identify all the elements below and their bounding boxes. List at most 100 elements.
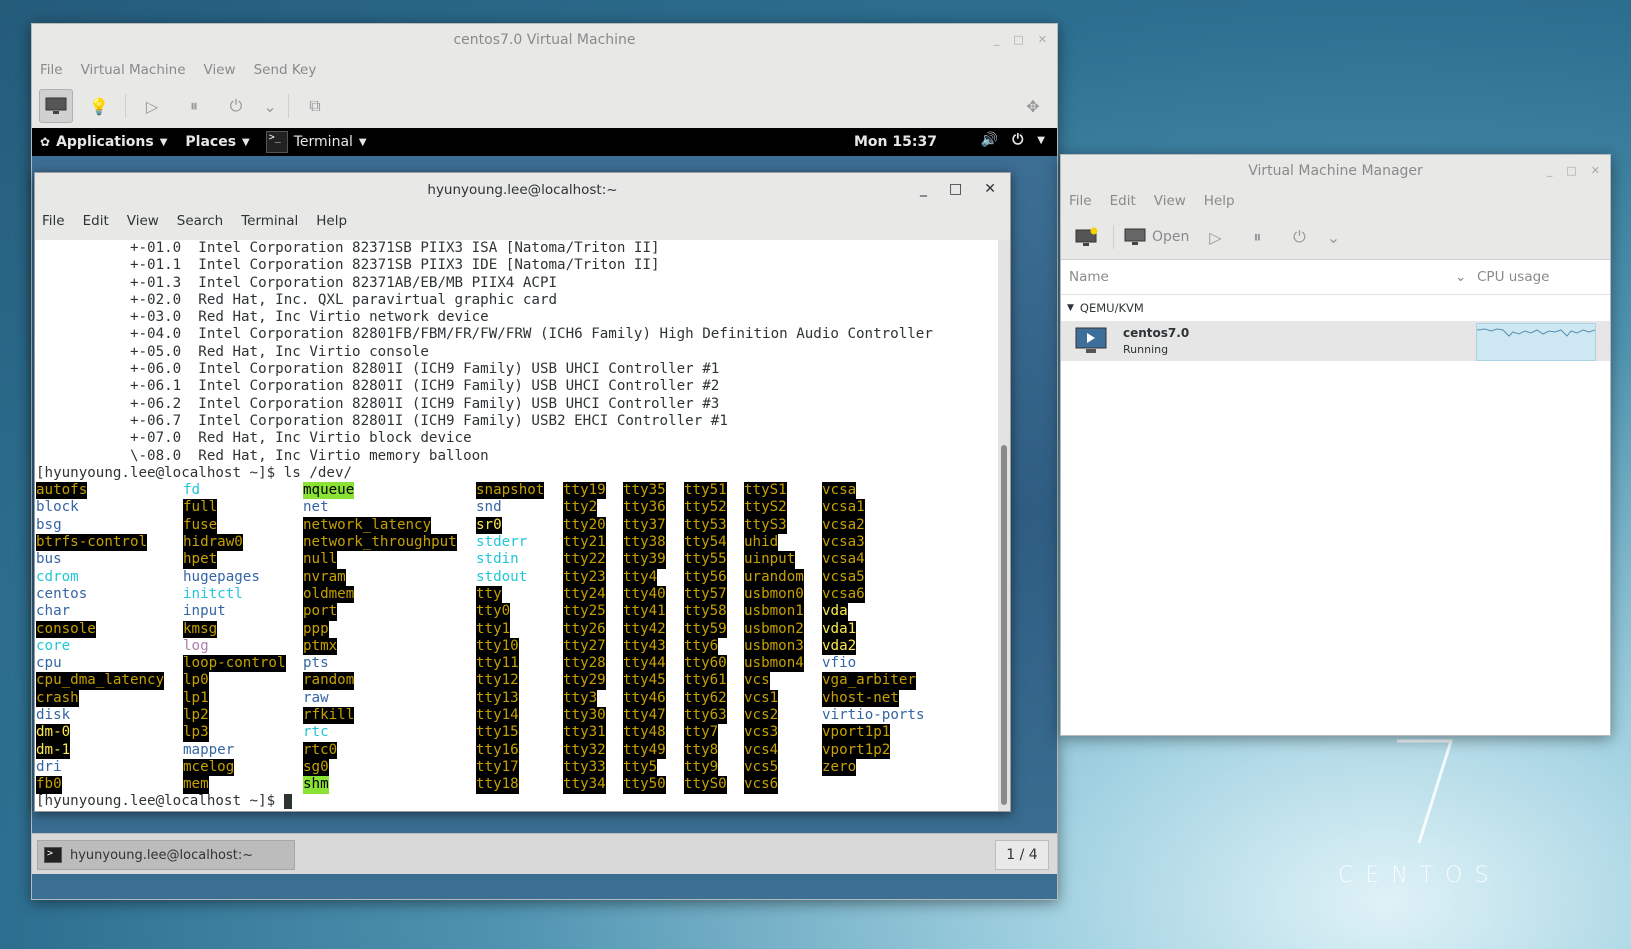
clock[interactable]: Mon 15:37 <box>854 134 937 150</box>
vmm-menu-view[interactable]: View <box>1154 193 1186 209</box>
terminal-scrollbar[interactable] <box>998 240 1010 811</box>
ls-entry: ttyS2 <box>744 499 787 517</box>
terminal-line: +-01.1 Intel Corporation 82371SB PIIX3 I… <box>36 257 660 274</box>
vmm-title: Virtual Machine Manager <box>1248 163 1423 179</box>
workspace-pager[interactable]: 1 / 4 <box>995 840 1049 870</box>
terminal-titlebar[interactable]: hyunyoung.lee@localhost:~ _ □ ✕ <box>35 173 1010 207</box>
monitor-icon <box>45 97 67 114</box>
ls-entry: kmsg <box>183 620 218 638</box>
ls-entry: full <box>183 499 218 517</box>
ls-entry: tty41 <box>623 603 666 621</box>
ls-entry: shm <box>303 776 329 794</box>
ls-entry: tty6 <box>684 637 719 656</box>
connection-group-row[interactable]: ▼ QEMU/KVM <box>1061 295 1610 321</box>
new-vm-button[interactable] <box>1071 221 1103 253</box>
ls-entry: vcsa1 <box>822 499 865 517</box>
terminal-menu-file[interactable]: File <box>42 213 65 229</box>
ls-entry: tty48 <box>623 724 666 742</box>
column-cpu-usage[interactable]: CPU usage <box>1477 269 1549 285</box>
guest-display[interactable]: ✿ Applications ▼ Places ▼ >_ Terminal ▼ … <box>32 128 1057 899</box>
minimize-icon[interactable]: _ <box>920 181 927 197</box>
ls-entry: ttyS3 <box>744 516 787 535</box>
ls-entry: uinput <box>744 551 796 569</box>
shutdown-menu-button[interactable]: ⌄ <box>1325 221 1341 253</box>
terminal-menu-edit[interactable]: Edit <box>83 213 109 229</box>
open-button[interactable]: Open <box>1124 228 1189 246</box>
fullscreen-button[interactable]: ✥ <box>1017 90 1049 122</box>
terminal-menu-help[interactable]: Help <box>316 213 347 229</box>
ls-entry: vcs6 <box>744 776 779 794</box>
vm-status: Running <box>1123 343 1169 356</box>
show-details-button[interactable]: 💡 <box>83 90 115 122</box>
terminal-menu-search[interactable]: Search <box>177 213 223 229</box>
vm-viewer-titlebar[interactable]: centos7.0 Virtual Machine _ □ ✕ <box>32 24 1057 56</box>
close-icon[interactable]: ✕ <box>1038 33 1047 46</box>
close-icon[interactable]: ✕ <box>1591 164 1600 177</box>
vmm-titlebar[interactable]: Virtual Machine Manager _ □ ✕ <box>1061 155 1610 187</box>
ls-entry: tty52 <box>684 499 727 517</box>
menu-send-key[interactable]: Send Key <box>254 62 317 78</box>
ls-entry: tty19 <box>563 482 606 500</box>
minimize-icon[interactable]: _ <box>994 33 1000 46</box>
ls-entry: oldmem <box>303 585 355 604</box>
ls-entry: cpu <box>36 655 62 672</box>
ls-entry: tty1 <box>476 620 511 638</box>
expander-icon[interactable]: ▼ <box>1067 303 1074 313</box>
ls-entry: tty57 <box>684 585 727 604</box>
applications-menu[interactable]: ✿ Applications ▼ <box>40 134 167 150</box>
maximize-icon[interactable]: □ <box>949 181 962 197</box>
places-label: Places <box>185 134 237 150</box>
vmm-menubar: File Edit View Help <box>1061 187 1610 215</box>
screenshot-button[interactable]: ⧉ <box>299 90 331 122</box>
ls-entry: tty47 <box>623 707 666 725</box>
taskbar-terminal-item[interactable]: > hyunyoung.lee@localhost:~ <box>37 840 295 870</box>
ls-entry: tty55 <box>684 551 727 569</box>
minimize-icon[interactable]: _ <box>1547 164 1553 177</box>
terminal-line: +-06.1 Intel Corporation 82801I (ICH9 Fa… <box>36 378 720 395</box>
menu-virtual-machine[interactable]: Virtual Machine <box>81 62 186 78</box>
maximize-icon[interactable]: □ <box>1566 164 1576 177</box>
close-icon[interactable]: ✕ <box>984 181 996 197</box>
ls-entry: tty35 <box>623 482 666 500</box>
ls-entry: loop-control <box>183 655 286 673</box>
ls-entry: tty46 <box>623 689 666 708</box>
shutdown-button[interactable]: ⏻ <box>220 90 252 122</box>
vm-row[interactable]: centos7.0 Running <box>1061 321 1610 361</box>
ls-entry: ppp <box>303 620 329 638</box>
ls-entry: ttyS1 <box>744 482 787 500</box>
terminal-output[interactable]: +-01.0 Intel Corporation 82371SB PIIX3 I… <box>35 240 998 811</box>
ls-entry: vcs <box>744 672 770 690</box>
ls-entry: urandom <box>744 568 804 586</box>
taskbar-item-label: hyunyoung.lee@localhost:~ <box>70 847 254 863</box>
vmm-menu-edit[interactable]: Edit <box>1110 193 1136 209</box>
ls-entry: usbmon4 <box>744 655 804 673</box>
vmm-menu-file[interactable]: File <box>1069 193 1092 209</box>
system-tray[interactable]: 🔊 ⏻ ▼ <box>981 132 1045 148</box>
scrollbar-thumb[interactable] <box>1001 445 1007 805</box>
ls-entry: random <box>303 672 355 690</box>
terminal-app-menu[interactable]: >_ Terminal ▼ <box>265 131 367 153</box>
chevron-down-icon[interactable]: ⌄ <box>1455 269 1466 285</box>
terminal-icon: > <box>44 847 62 863</box>
run-button[interactable]: ▷ <box>136 90 168 122</box>
show-console-button[interactable] <box>39 89 73 123</box>
run-button[interactable]: ▷ <box>1199 221 1231 253</box>
gnome-foot-icon: ✿ <box>40 135 51 149</box>
ls-entry: initctl <box>183 585 243 602</box>
guest-bottom-bar: > hyunyoung.lee@localhost:~ 1 / 4 <box>32 833 1057 874</box>
menu-file[interactable]: File <box>40 62 63 78</box>
shutdown-menu-button[interactable]: ⌄ <box>262 90 278 122</box>
places-menu[interactable]: Places ▼ <box>185 134 249 150</box>
ls-entry: vcs3 <box>744 724 779 742</box>
menu-view[interactable]: View <box>204 62 236 78</box>
terminal-menu-terminal[interactable]: Terminal <box>241 213 298 229</box>
column-name[interactable]: Name <box>1069 269 1109 285</box>
ls-entry: autofs <box>36 482 88 500</box>
pause-button[interactable]: ⏸ <box>1241 221 1273 253</box>
ls-entry: tty4 <box>623 568 658 586</box>
vmm-menu-help[interactable]: Help <box>1204 193 1235 209</box>
shutdown-button[interactable]: ⏻ <box>1283 221 1315 253</box>
pause-button[interactable]: ⏸ <box>178 90 210 122</box>
maximize-icon[interactable]: □ <box>1013 33 1023 46</box>
terminal-menu-view[interactable]: View <box>127 213 159 229</box>
